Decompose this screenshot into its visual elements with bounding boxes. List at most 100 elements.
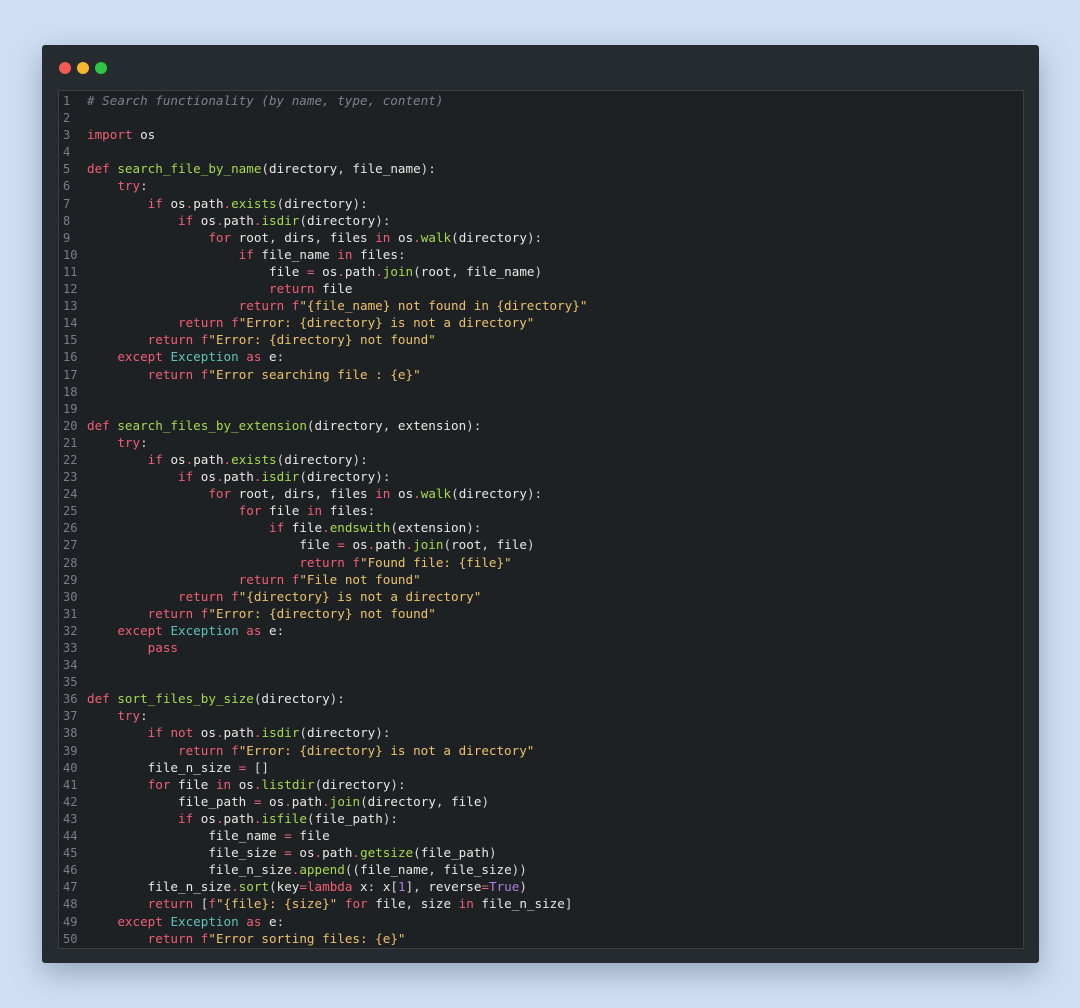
code-line: 26 if file.endswith(extension): — [59, 519, 1023, 536]
line-number: 48 — [63, 897, 78, 912]
code-lines: 1 # Search functionality (by name, type, … — [59, 92, 1023, 947]
code-line-text: import os — [87, 127, 156, 143]
line-number: 24 — [63, 487, 78, 502]
code-line-text: if os.path.exists(directory): — [147, 451, 368, 467]
code-line-text: return f"Error searching file : {e}" — [147, 366, 421, 382]
line-number: 4 — [63, 145, 71, 160]
code-line-text: file_path = os.path.join(directory, file… — [178, 793, 490, 809]
line-number: 31 — [63, 606, 78, 621]
code-line: 14 return f"Error: {directory} is not a … — [59, 314, 1023, 331]
line-number: 7 — [63, 196, 71, 211]
line-number: 41 — [63, 777, 78, 792]
line-number: 42 — [63, 794, 78, 809]
line-number: 19 — [63, 401, 78, 416]
minimize-window-button[interactable] — [77, 62, 89, 74]
line-number: 34 — [63, 658, 78, 673]
code-line: 21 try: — [59, 434, 1023, 451]
code-line: 4 — [59, 143, 1023, 160]
line-number: 15 — [63, 333, 78, 348]
line-number: 37 — [63, 709, 78, 724]
code-line: 12 return file — [59, 280, 1023, 297]
code-line-text: if os.path.isfile(file_path): — [178, 810, 398, 826]
code-line-text: for file in files: — [238, 503, 376, 519]
code-line-text: def search_file_by_name(directory, file_… — [87, 161, 436, 177]
code-line-text: def sort_files_by_size(directory): — [87, 691, 345, 707]
code-line: 5 def search_file_by_name(directory, file… — [59, 160, 1023, 177]
line-number: 43 — [63, 811, 78, 826]
code-line: 38 if not os.path.isdir(directory): — [59, 724, 1023, 741]
code-line: 9 for root, dirs, files in os.walk(direc… — [59, 229, 1023, 246]
code-line: 33 pass — [59, 639, 1023, 656]
code-line-text: for file in os.listdir(directory): — [147, 776, 406, 792]
line-number: 30 — [63, 589, 78, 604]
code-line-text: try: — [117, 178, 148, 194]
code-line: 19 — [59, 400, 1023, 417]
code-line: 28 return f"Found file: {file}" — [59, 554, 1023, 571]
line-number: 12 — [63, 282, 78, 297]
code-line-text: if os.path.isdir(directory): — [178, 212, 391, 228]
code-line-text: try: — [117, 434, 148, 450]
code-line-text: return f"Error: {directory} is not a dir… — [178, 742, 535, 758]
line-number: 40 — [63, 760, 78, 775]
code-line: 34 — [59, 656, 1023, 673]
code-line-text: def search_files_by_extension(directory,… — [87, 417, 482, 433]
line-number: 22 — [63, 452, 78, 467]
code-line: 22 if os.path.exists(directory): — [59, 451, 1023, 468]
line-number: 47 — [63, 880, 78, 895]
line-number: 49 — [63, 914, 78, 929]
code-line: 30 return f"{directory} is not a directo… — [59, 588, 1023, 605]
line-number: 9 — [63, 230, 71, 245]
code-line-text: except Exception as e: — [117, 622, 285, 638]
code-line-text: return file — [268, 281, 353, 297]
code-line: 11 file = os.path.join(root, file_name) — [59, 263, 1023, 280]
line-number: 2 — [63, 111, 71, 126]
code-line-text: file_n_size = [] — [147, 759, 270, 775]
code-line-text: # Search functionality (by name, type, c… — [87, 93, 444, 108]
line-number: 17 — [63, 367, 78, 382]
code-line-text: if os.path.isdir(directory): — [178, 469, 391, 485]
line-number: 26 — [63, 521, 78, 536]
code-line: 36 def sort_files_by_size(directory): — [59, 690, 1023, 707]
line-number: 21 — [63, 435, 78, 450]
code-line-text: return f"Error sorting files: {e}" — [147, 930, 406, 946]
line-number: 16 — [63, 350, 78, 365]
code-line-text: if os.path.exists(directory): — [147, 195, 368, 211]
code-line: 24 for root, dirs, files in os.walk(dire… — [59, 485, 1023, 502]
line-number: 8 — [63, 213, 71, 228]
line-number: 20 — [63, 418, 78, 433]
code-line: 17 return f"Error searching file : {e}" — [59, 366, 1023, 383]
code-window: 1 # Search functionality (by name, type, … — [42, 45, 1039, 963]
code-line-text: file_size = os.path.getsize(file_path) — [208, 845, 497, 861]
code-line: 31 return f"Error: {directory} not found… — [59, 605, 1023, 622]
line-number: 38 — [63, 726, 78, 741]
code-line: 18 — [59, 383, 1023, 400]
code-line: 3 import os — [59, 126, 1023, 143]
code-line: 27 file = os.path.join(root, file) — [59, 536, 1023, 553]
code-line-text: return f"File not found" — [238, 571, 421, 587]
line-number: 45 — [63, 846, 78, 861]
code-editor[interactable]: 1 # Search functionality (by name, type, … — [58, 90, 1024, 949]
line-number: 32 — [63, 623, 78, 638]
code-line: 41 for file in os.listdir(directory): — [59, 776, 1023, 793]
code-line: 44 file_name = file — [59, 827, 1023, 844]
line-number: 10 — [63, 247, 78, 262]
code-line-text: return f"Found file: {file}" — [299, 554, 512, 570]
code-line: 6 try: — [59, 177, 1023, 194]
code-line-text: if file.endswith(extension): — [268, 520, 482, 536]
line-number: 29 — [63, 572, 78, 587]
code-line: 29 return f"File not found" — [59, 571, 1023, 588]
code-line: 49 except Exception as e: — [59, 913, 1023, 930]
line-number: 28 — [63, 555, 78, 570]
code-line: 2 — [59, 109, 1023, 126]
maximize-window-button[interactable] — [95, 62, 107, 74]
line-number: 18 — [63, 384, 78, 399]
code-line: 16 except Exception as e: — [59, 348, 1023, 365]
code-line: 10 if file_name in files: — [59, 246, 1023, 263]
code-line: 8 if os.path.isdir(directory): — [59, 212, 1023, 229]
close-window-button[interactable] — [59, 62, 71, 74]
code-line-text: for root, dirs, files in os.walk(directo… — [208, 486, 543, 502]
line-number: 36 — [63, 692, 78, 707]
line-number: 23 — [63, 470, 78, 485]
code-line-text: return f"Error: {directory} is not a dir… — [178, 315, 535, 331]
code-line-text: file = os.path.join(root, file_name) — [268, 263, 543, 279]
